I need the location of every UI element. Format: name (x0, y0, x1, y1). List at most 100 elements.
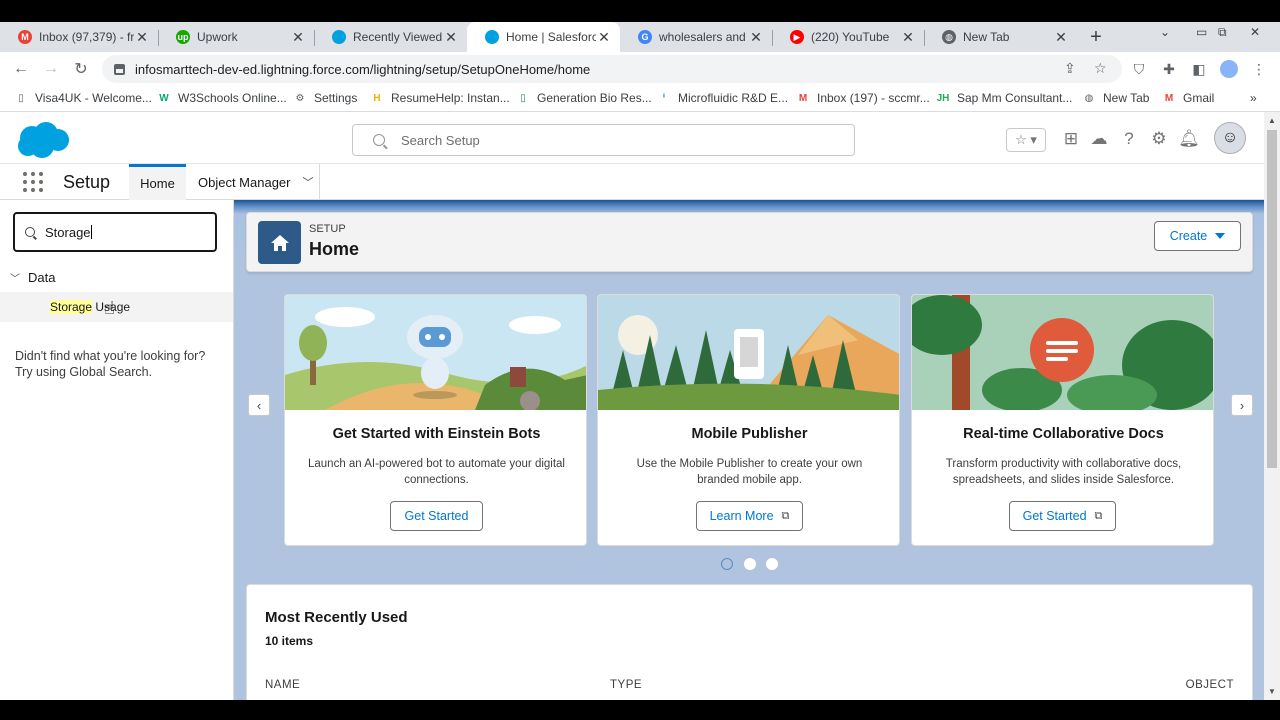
extensions-puzzle-icon[interactable]: ✚ (1160, 60, 1178, 78)
search-setup-input[interactable]: Search Setup (352, 124, 855, 156)
bookmark-label: Sap Mm Consultant... (957, 91, 1073, 105)
page-title: Home (309, 239, 360, 259)
bookmark-label: W3Schools Online... (178, 91, 287, 105)
gmail-icon: M (798, 92, 808, 104)
browser-tab[interactable]: up Upwork ✕ (158, 22, 314, 52)
scroll-up-arrow-icon[interactable]: ▲ (1268, 116, 1276, 125)
salesforce-cloud-icon (485, 30, 499, 44)
column-header-type[interactable]: TYPE (610, 679, 642, 691)
share-icon[interactable]: ⇪ (1064, 60, 1076, 77)
side-panel-icon[interactable]: ◧ (1190, 60, 1208, 78)
scroll-down-arrow-icon[interactable]: ▼ (1268, 687, 1276, 696)
shield-extension-icon[interactable]: ⛉ (1130, 60, 1148, 78)
carousel-dot-1[interactable] (721, 558, 733, 570)
carousel-prev-button[interactable]: ‹ (248, 394, 270, 416)
browser-tab-title: Home | Salesforce (506, 30, 596, 44)
card-einstein-bots: Get Started with Einstein Bots Launch an… (284, 294, 587, 546)
help-question-icon[interactable]: ? (1118, 128, 1140, 150)
card-mobile-publisher: Mobile Publisher Use the Mobile Publishe… (597, 294, 900, 546)
page-scrollbar[interactable]: ▲ ▼ (1264, 112, 1280, 700)
tab-object-manager[interactable]: Object Manager ﹀ (186, 164, 320, 200)
card-title: Real-time Collaborative Docs (963, 426, 1164, 442)
salesforce-global-header: Search Setup ☆ ▾ ⊞ ☁ ? ⚙ 🔔︎ ☺ (0, 112, 1264, 164)
search-placeholder: Search Setup (401, 132, 480, 148)
chevron-down-icon[interactable]: ﹀ (303, 174, 314, 190)
search-icon (25, 227, 35, 237)
close-window-icon[interactable]: ✕ (1250, 22, 1260, 42)
forward-arrow-icon[interactable]: → (40, 58, 62, 80)
bookmark-star-icon[interactable]: ☆ (1094, 60, 1107, 77)
app-name: Setup (63, 172, 111, 192)
get-started-button[interactable]: Get Started ⧉ (1009, 501, 1116, 531)
external-link-icon: ⧉ (1094, 509, 1103, 522)
caret-down-icon (1215, 233, 1226, 239)
browser-tab[interactable]: Recently Viewed | ✕ (314, 22, 467, 52)
close-tab-icon[interactable]: ✕ (290, 29, 306, 46)
bookmark-item[interactable]: ⁱ Microfluidic R&D E... (657, 91, 788, 105)
close-tab-icon[interactable]: ✕ (1053, 29, 1069, 46)
global-actions-add-icon[interactable]: ⊞ (1060, 128, 1082, 150)
trailhead-guidance-icon[interactable]: ☁ (1088, 128, 1110, 150)
notifications-bell-icon[interactable]: 🔔︎ (1178, 128, 1200, 150)
url-bar[interactable]: infosmarttech-dev-ed.lightning.force.com… (102, 55, 1122, 83)
card-description: Launch an AI-powered bot to automate you… (307, 458, 565, 486)
user-avatar[interactable]: ☺ (1214, 122, 1246, 154)
browser-tab[interactable]: Home | Salesforce ✕ (467, 22, 620, 52)
address-bar-row: ← → ↻ infosmarttech-dev-ed.lightning.for… (0, 52, 1280, 86)
browser-tab[interactable]: Gwholesalers and re✕ (620, 22, 772, 52)
bookmark-item[interactable]: JH Sap Mm Consultant... (936, 91, 1073, 105)
bookmark-item[interactable]: M Gmail (1162, 91, 1215, 105)
carousel-dot-2[interactable] (744, 558, 756, 570)
global-search-link[interactable]: Try using Global Search. (15, 364, 205, 380)
scrollbar-thumb[interactable] (1267, 130, 1277, 468)
minimize-window-icon[interactable]: ▭ (1196, 22, 1207, 42)
more-bookmarks-chevron-icon[interactable]: » (1250, 91, 1257, 105)
close-tab-icon[interactable]: ✕ (748, 29, 764, 46)
close-tab-icon[interactable]: ✕ (443, 29, 459, 46)
get-started-button[interactable]: Get Started (390, 501, 483, 531)
most-recently-used-card: Most Recently Used 10 items NAME TYPE OB… (246, 584, 1253, 714)
profile-avatar-icon[interactable] (1220, 60, 1238, 78)
close-tab-icon[interactable]: ✕ (596, 29, 612, 46)
more-menu-icon[interactable]: ⋮ (1250, 60, 1268, 78)
learn-more-button[interactable]: Learn More ⧉ (696, 501, 803, 531)
new-tab-button[interactable]: + (1084, 22, 1108, 52)
column-header-name[interactable]: NAME (265, 679, 300, 691)
salesforce-logo-icon[interactable] (14, 120, 70, 160)
reload-icon[interactable]: ↻ (70, 58, 92, 80)
card-description: Transform productivity with collaborativ… (945, 458, 1182, 486)
bookmark-label: Inbox (197) - sccmr... (817, 91, 930, 105)
bookmark-item[interactable]: ◍ New Tab (1082, 91, 1150, 105)
app-launcher-waffle-icon[interactable] (23, 172, 43, 192)
bookmark-item[interactable]: H ResumeHelp: Instan... (370, 91, 509, 105)
tree-node-data[interactable]: ﹀ Data (10, 270, 55, 285)
bookmark-item[interactable]: ▯ Generation Bio Res... (516, 91, 652, 105)
browser-tab[interactable]: ▶ (220) YouTube ✕ (772, 22, 924, 52)
close-tab-icon[interactable]: ✕ (134, 29, 150, 46)
home-icon (258, 221, 301, 264)
browser-tab[interactable]: ◍ New Tab ✕ (924, 22, 1077, 52)
setup-nav-bar: Setup Home Object Manager ﹀ (0, 164, 1264, 200)
setup-gear-icon[interactable]: ⚙ (1148, 128, 1170, 150)
bookmark-item[interactable]: W W3Schools Online... (157, 91, 287, 105)
create-button[interactable]: Create (1154, 221, 1241, 251)
favorites-star-icon[interactable]: ☆ ▾ (1006, 128, 1046, 152)
page-icon: ▯ (18, 92, 24, 104)
tab-search-chevron-icon[interactable]: ⌄ (1160, 22, 1170, 42)
lock-icon (114, 63, 125, 75)
bookmark-item[interactable]: ⚙ Settings (293, 91, 358, 105)
tree-item-storage-usage[interactable]: Storage Usage (0, 292, 233, 322)
bookmark-item[interactable]: ▯ Visa4UK - Welcome... (14, 91, 152, 105)
carousel-next-button[interactable]: › (1231, 394, 1253, 416)
close-tab-icon[interactable]: ✕ (900, 29, 916, 46)
browser-tab[interactable]: M Inbox (97,379) - fro ✕ (0, 22, 158, 52)
bookmark-item[interactable]: M Inbox (197) - sccmr... (796, 91, 930, 105)
restore-window-icon[interactable]: ⧉ (1218, 22, 1227, 42)
column-header-object[interactable]: OBJECT (1186, 679, 1234, 691)
carousel-dot-3[interactable] (766, 558, 778, 570)
os-bottom-bar (0, 700, 1280, 720)
quick-find-input[interactable]: Storage (13, 212, 217, 252)
tab-home[interactable]: Home (129, 164, 186, 200)
chevron-down-icon[interactable]: ﹀ (10, 270, 20, 285)
back-arrow-icon[interactable]: ← (10, 58, 32, 80)
